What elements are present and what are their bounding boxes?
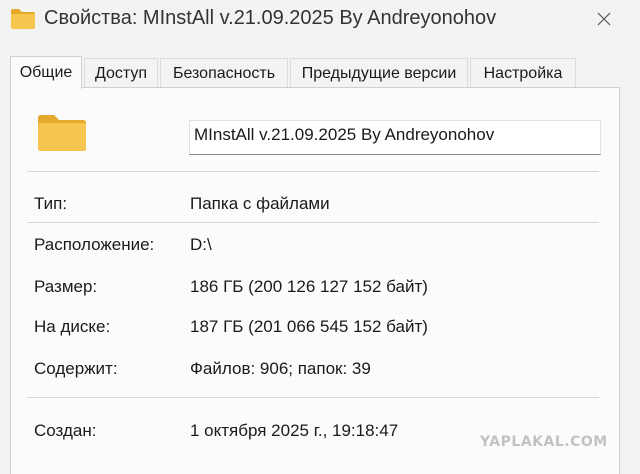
type-label: Тип:: [34, 194, 68, 213]
tab-previous-versions[interactable]: Предыдущие версии: [290, 58, 468, 88]
created-value: 1 октября 2025 г., 19:18:47: [190, 421, 399, 440]
window-title: Свойства: MInstAll v.21.09.2025 By Andre…: [44, 7, 497, 29]
general-panel: MInstAll v.21.09.2025 By Andreyonohov Ти…: [10, 87, 620, 474]
size-label: Размер:: [34, 277, 98, 296]
created-label: Создан:: [34, 421, 97, 440]
type-value: Папка с файлами: [190, 194, 330, 213]
tab-security[interactable]: Безопасность: [160, 58, 288, 88]
close-button[interactable]: [588, 4, 620, 34]
size-on-disk-value: 187 ГБ (201 066 545 152 байт): [190, 317, 428, 336]
contains-value: Файлов: 906; папок: 39: [190, 359, 371, 378]
size-value: 186 ГБ (200 126 127 152 байт): [190, 277, 428, 296]
divider: [27, 171, 599, 172]
tab-general[interactable]: Общие: [10, 56, 82, 89]
location-value: D:\: [190, 235, 212, 254]
tab-bar: Общие Доступ Безопасность Предыдущие вер…: [0, 56, 640, 89]
size-on-disk-label: На диске:: [34, 317, 111, 336]
watermark: YAPLAKAL.COM: [480, 434, 608, 450]
title-bar: Свойства: MInstAll v.21.09.2025 By Andre…: [0, 0, 640, 42]
tab-customize[interactable]: Настройка: [470, 58, 576, 88]
folder-name-input[interactable]: MInstAll v.21.09.2025 By Andreyonohov: [189, 120, 601, 155]
location-label: Расположение:: [34, 235, 155, 254]
divider: [27, 222, 599, 223]
properties-window: Свойства: MInstAll v.21.09.2025 By Andre…: [0, 0, 640, 474]
contains-label: Содержит:: [34, 359, 118, 378]
close-icon: [597, 12, 611, 26]
folder-icon: [38, 115, 86, 151]
tab-sharing[interactable]: Доступ: [84, 58, 158, 88]
folder-icon: [11, 9, 35, 29]
divider: [27, 397, 599, 398]
